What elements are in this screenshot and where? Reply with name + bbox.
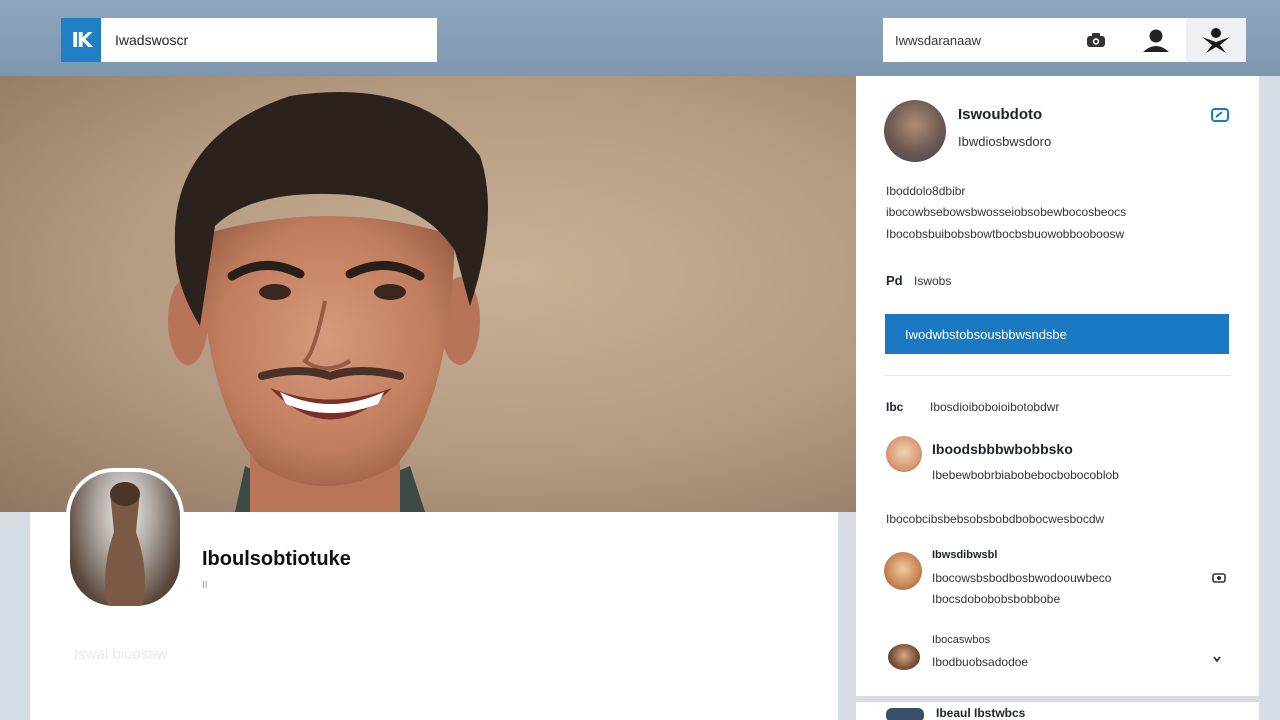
avatar-image: [70, 472, 180, 606]
feed-item-text: Ibodbuobsadodoe: [932, 655, 1029, 669]
avatar-figure: [105, 482, 145, 606]
feed-item-name[interactable]: Ibocaswbos: [932, 634, 990, 646]
feed-avatar[interactable]: [888, 644, 920, 670]
chevron-down-icon[interactable]: [1212, 654, 1222, 664]
footer-text: Ibeaul Ibstwbcs: [936, 706, 1026, 720]
feed-avatar[interactable]: [886, 436, 922, 472]
camera-icon: [1087, 33, 1105, 47]
section-title: Ibosdioiboboioibotobdwr: [930, 400, 1060, 414]
camera-icon[interactable]: [1212, 571, 1226, 583]
portrait-illustration: [168, 92, 489, 512]
network-icon: [1202, 28, 1230, 53]
search-input[interactable]: [101, 18, 437, 62]
profile-avatar[interactable]: [66, 468, 184, 610]
profile-button[interactable]: [1126, 18, 1186, 62]
profile-subtitle: II: [202, 580, 208, 591]
network-button[interactable]: [1186, 18, 1246, 62]
about-heading: Iboddolo8dbibr: [886, 184, 966, 198]
feed-item-text: Ibebewbobrbiabobebocbobocoblob: [932, 468, 1119, 482]
feed-item-name[interactable]: Ibwsdibwsbl: [932, 549, 997, 561]
feed-avatar[interactable]: [884, 552, 922, 590]
section-prefix: Ibc: [886, 400, 904, 414]
stat-value: Iswobs: [914, 274, 952, 288]
sidebar-user-avatar[interactable]: [884, 100, 946, 162]
edit-icon[interactable]: [1211, 108, 1229, 122]
sidebar-divider: [885, 375, 1231, 376]
sidebar-user-name[interactable]: Iswoubdoto: [958, 106, 1042, 123]
primary-action-button[interactable]: Iwodwbstobsousbbwsndsbe: [885, 314, 1229, 354]
stat-label: Pd: [886, 273, 903, 288]
top-actions-label: Iwwsdaranaaw: [895, 32, 981, 48]
feed-item-text: Ibocowsbsbodbosbwodoouwbeco: [932, 571, 1112, 585]
footer-avatar[interactable]: [886, 708, 924, 720]
about-line: ibocowbsebowsbwosseiobsobewbocosbeocs: [886, 205, 1127, 219]
camera-button[interactable]: [1066, 18, 1126, 62]
feed-item-name[interactable]: Iboodsbbbwbobbsko: [932, 441, 1073, 457]
user-icon: [1143, 29, 1169, 52]
top-actions-bar: Iwwsdaranaaw: [883, 18, 1246, 62]
cover-photo: [0, 76, 856, 512]
sidebar-user-title: Ibwdiosbwsdoro: [958, 134, 1052, 149]
about-line: Ibocobsbuibobsbowtbocbsbuowobbooboosw: [886, 227, 1125, 241]
app-logo[interactable]: IK: [61, 18, 101, 62]
profile-name: Iboulsobtiotuke: [202, 548, 351, 570]
feed-item-text: Ibocobcibsbebsobsbobdbobocwesbocdw: [886, 512, 1105, 526]
feed-item-text: Ibocsdobobobsbobbobe: [932, 592, 1061, 606]
profile-meta: Iswai bioosaw: [74, 646, 168, 663]
